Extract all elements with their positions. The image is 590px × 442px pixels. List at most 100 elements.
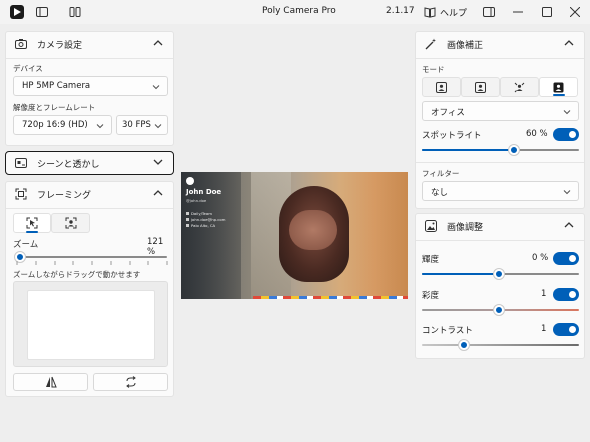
brightness-label: 輝度 [422, 255, 440, 265]
camera-icon [14, 37, 28, 51]
scene-watermark-icon [14, 156, 28, 170]
resolution-dropdown[interactable]: 720p 16:9 (HD) [13, 115, 112, 135]
chevron-down-icon [563, 110, 571, 115]
fps-value: 30 FPS [122, 120, 151, 130]
minimize-icon[interactable] [509, 3, 527, 21]
camera-settings-panel: カメラ設定 デバイス HP 5MP Camera 解像度とフレームレート 720… [5, 31, 174, 146]
cursor-frame-icon [26, 217, 38, 229]
zoom-hint: ズームしながらドラッグで動かせます [13, 270, 141, 279]
device-dropdown[interactable]: HP 5MP Camera [13, 76, 168, 96]
framing-header[interactable]: フレーミング [6, 182, 173, 206]
chevron-up-icon[interactable] [153, 188, 163, 198]
framing-icon [14, 187, 28, 201]
contrast-label: コントラスト [422, 326, 473, 336]
camera-settings-header[interactable]: カメラ設定 [6, 32, 173, 56]
scene-transparency-header[interactable]: シーンと透かし [6, 151, 173, 175]
divider [416, 162, 584, 163]
mode-value: オフィス [431, 108, 465, 118]
image-correction-panel: 画像補正 モード オフィス スポットライト 60 % フィルター なし [415, 31, 585, 209]
help-book-icon[interactable] [421, 3, 439, 21]
overlay-name: John Doe [186, 188, 222, 196]
flip-horizontal-icon [45, 376, 57, 388]
framing-panel: フレーミング ズーム 121 % ズームしながらドラッグで動かせます [5, 181, 174, 397]
chevron-down-icon [152, 85, 160, 90]
reset-framing-button[interactable] [93, 373, 168, 391]
chevron-up-icon[interactable] [564, 220, 574, 230]
filter-value: なし [431, 188, 449, 198]
close-icon[interactable] [566, 3, 584, 21]
divider [416, 240, 584, 241]
mode-dropdown[interactable]: オフィス [422, 101, 579, 121]
person-frame-icon [475, 81, 486, 93]
zoom-slider-track[interactable] [16, 256, 167, 258]
spotlight-slider-thumb[interactable] [509, 145, 519, 155]
chevron-up-icon[interactable] [564, 38, 574, 48]
divider [416, 58, 584, 59]
sidebar-toggle-icon[interactable] [33, 3, 51, 21]
flip-horizontal-button[interactable] [13, 373, 88, 391]
zoom-label: ズーム [13, 240, 39, 250]
image-adjust-header[interactable]: 画像調整 [416, 214, 584, 238]
active-indicator [553, 94, 565, 96]
help-label[interactable]: ヘルプ [440, 6, 467, 19]
contrast-slider-track[interactable] [422, 344, 579, 346]
contrast-slider-thumb[interactable] [459, 340, 469, 350]
framing-navigator[interactable] [13, 281, 168, 367]
scene-transparency-panel[interactable]: シーンと透かし [5, 151, 174, 175]
saturation-label: 彩度 [422, 291, 440, 301]
zoom-value: 121 % [147, 237, 164, 257]
brightness-value: 0 % [532, 253, 549, 263]
saturation-value: 1 [541, 289, 547, 299]
brightness-toggle[interactable] [553, 252, 579, 265]
contrast-toggle[interactable] [553, 323, 579, 336]
image-correction-header[interactable]: 画像補正 [416, 32, 584, 56]
app-logo-icon [8, 3, 26, 21]
split-view-icon[interactable] [66, 3, 84, 21]
overlay-line-1: Daily/Team [191, 211, 212, 216]
filter-dropdown[interactable]: なし [422, 181, 579, 201]
contrast-value: 1 [541, 324, 547, 334]
mode-option-1[interactable] [422, 77, 461, 97]
saturation-toggle[interactable] [553, 288, 579, 301]
spotlight-value: 60 % [526, 129, 548, 139]
device-value: HP 5MP Camera [22, 81, 91, 91]
chevron-up-icon[interactable] [153, 38, 163, 48]
image-icon [424, 219, 438, 233]
chevron-down-icon[interactable] [153, 157, 163, 167]
chevron-down-icon [96, 124, 104, 129]
fps-dropdown[interactable]: 30 FPS [116, 115, 168, 135]
resolution-label: 解像度とフレームレート [13, 103, 96, 112]
maximize-icon[interactable] [538, 3, 556, 21]
mode-option-3[interactable] [500, 77, 539, 97]
scene-transparency-title: シーンと透かし [37, 160, 100, 170]
brightness-slider-thumb[interactable] [494, 269, 504, 279]
framing-mode-manual[interactable] [13, 213, 51, 233]
overlay-logo-icon [186, 177, 194, 185]
chevron-down-icon [154, 124, 162, 129]
spotlight-toggle[interactable] [553, 128, 579, 141]
person-frame-icon [65, 217, 76, 229]
brightness-slider-fill [422, 273, 499, 275]
framing-viewport[interactable] [27, 290, 155, 360]
camera-preview[interactable]: John Doe @john.doe Daily/Team john.doe@h… [181, 172, 408, 299]
sparkle-person-icon [514, 82, 525, 92]
magic-wand-icon [424, 37, 438, 51]
app-title: Poly Camera Pro [262, 6, 336, 16]
spotlight-slider-fill [422, 149, 514, 151]
preview-face [289, 210, 337, 250]
camera-settings-title: カメラ設定 [37, 41, 83, 51]
panel-toggle-icon[interactable] [480, 3, 498, 21]
framing-title: フレーミング [37, 191, 92, 201]
mode-option-2[interactable] [461, 77, 500, 97]
spotlight-label: スポットライト [422, 131, 482, 141]
saturation-slider-thumb[interactable] [494, 305, 504, 315]
overlay-line-3: Palo Alto, CA [191, 223, 216, 228]
title-bar: Poly Camera Pro 2.1.17 ヘルプ [0, 0, 590, 24]
active-indicator [26, 231, 38, 233]
divider [6, 58, 173, 59]
app-version: 2.1.17 [386, 6, 415, 16]
overlay-line-2: john.doe@hp.com [191, 217, 226, 222]
framing-mode-auto[interactable] [51, 213, 90, 233]
overlay-bullet-icon [186, 218, 189, 221]
person-badge-icon [553, 82, 564, 92]
